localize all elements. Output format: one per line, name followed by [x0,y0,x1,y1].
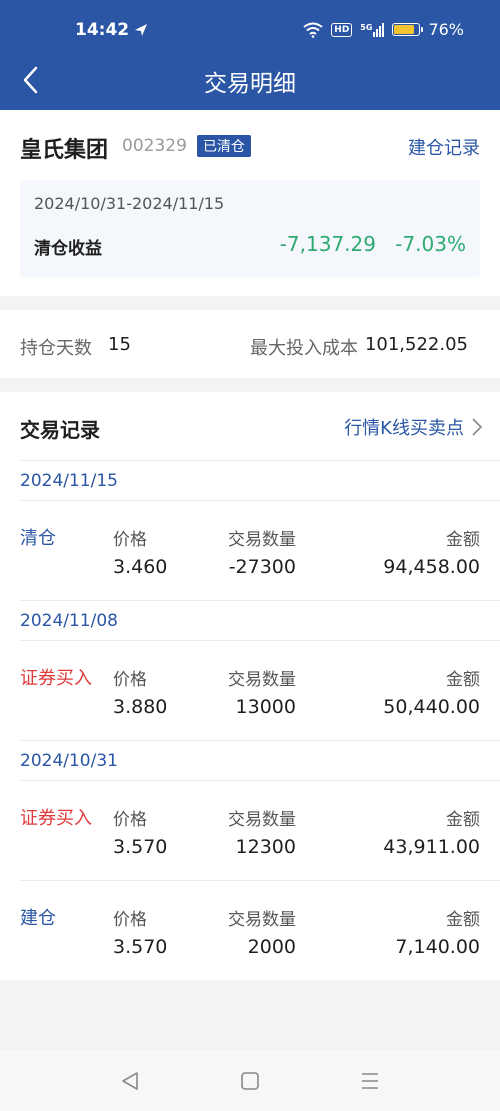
holding-period: 2024/10/31-2024/11/15 [34,194,225,213]
divider [20,500,500,501]
hd-badge: HD [331,22,353,37]
divider [20,600,500,601]
network-type: 5G [360,22,373,32]
status-badge: 已清仓 [197,135,251,157]
amount-label: 金额 [446,530,480,550]
quantity-label: 交易数量 [228,670,296,690]
quantity-value: 12300 [235,836,296,858]
status-bar: 14:42 HD 5G 76% [0,0,500,60]
price-value: 3.460 [113,556,168,578]
amount-label: 金额 [446,810,480,830]
page-title: 交易明细 [204,71,296,97]
nav-back-icon[interactable] [117,1068,143,1094]
price-value: 3.570 [113,836,168,858]
signal-icon: 5G [360,22,385,37]
status-time: 14:42 [75,20,130,40]
clear-profit-label: 清仓收益 [34,239,102,259]
nav-home-icon[interactable] [237,1068,263,1094]
amount-value: 7,140.00 [395,936,480,958]
amount-label: 金额 [446,670,480,690]
trade-type: 清仓 [20,528,56,549]
app-header: 14:42 HD 5G 76% 交易明细 [0,0,500,110]
send-icon [135,24,147,36]
quantity-value: -27300 [228,556,296,578]
amount-value: 43,911.00 [383,836,480,858]
date-header: 2024/11/08 [20,611,118,631]
price-value: 3.880 [113,696,168,718]
clear-profit-percent: -7.03% [395,232,466,256]
date-header: 2024/10/31 [20,751,118,771]
quantity-value: 13000 [235,696,296,718]
kline-points-label: 行情K线买卖点 [344,418,464,439]
clear-profit-value: -7,137.29 [279,232,376,256]
quantity-label: 交易数量 [228,530,296,550]
date-header: 2024/11/15 [20,471,118,491]
price-label: 价格 [113,530,147,550]
open-record-link[interactable]: 建仓记录 [408,134,480,160]
divider [20,880,500,881]
wifi-icon [303,22,323,38]
quantity-label: 交易数量 [228,810,296,830]
amount-label: 金额 [446,910,480,930]
stock-name: 皇氏集团 [20,138,109,163]
battery-icon [392,23,424,36]
price-label: 价格 [113,670,147,690]
price-label: 价格 [113,810,147,830]
quantity-label: 交易数量 [228,910,296,930]
trade-type: 证券买入 [20,808,92,829]
status-indicators: HD 5G 76% [303,20,464,39]
kline-points-link[interactable]: 行情K线买卖点 [344,414,482,440]
amount-value: 94,458.00 [383,556,480,578]
nav-menu-icon[interactable] [357,1068,383,1094]
holding-days-label: 持仓天数 [20,338,92,359]
divider [20,780,500,781]
chevron-right-icon [472,418,482,436]
system-nav-bar [0,1050,500,1111]
price-value: 3.570 [113,936,168,958]
trade-type: 证券买入 [20,668,92,689]
amount-value: 50,440.00 [383,696,480,718]
divider [20,740,500,741]
trade-type: 建仓 [20,908,56,929]
battery-percent: 76% [428,20,464,39]
stock-code: 002329 [122,136,187,156]
price-label: 价格 [113,910,147,930]
divider [20,460,500,461]
quantity-value: 2000 [247,936,296,958]
max-cost-label: 最大投入成本 [250,338,358,359]
divider [20,640,500,641]
max-cost-value: 101,522.05 [364,334,468,355]
trade-records-title: 交易记录 [20,418,100,442]
holding-days-value: 15 [108,334,131,355]
